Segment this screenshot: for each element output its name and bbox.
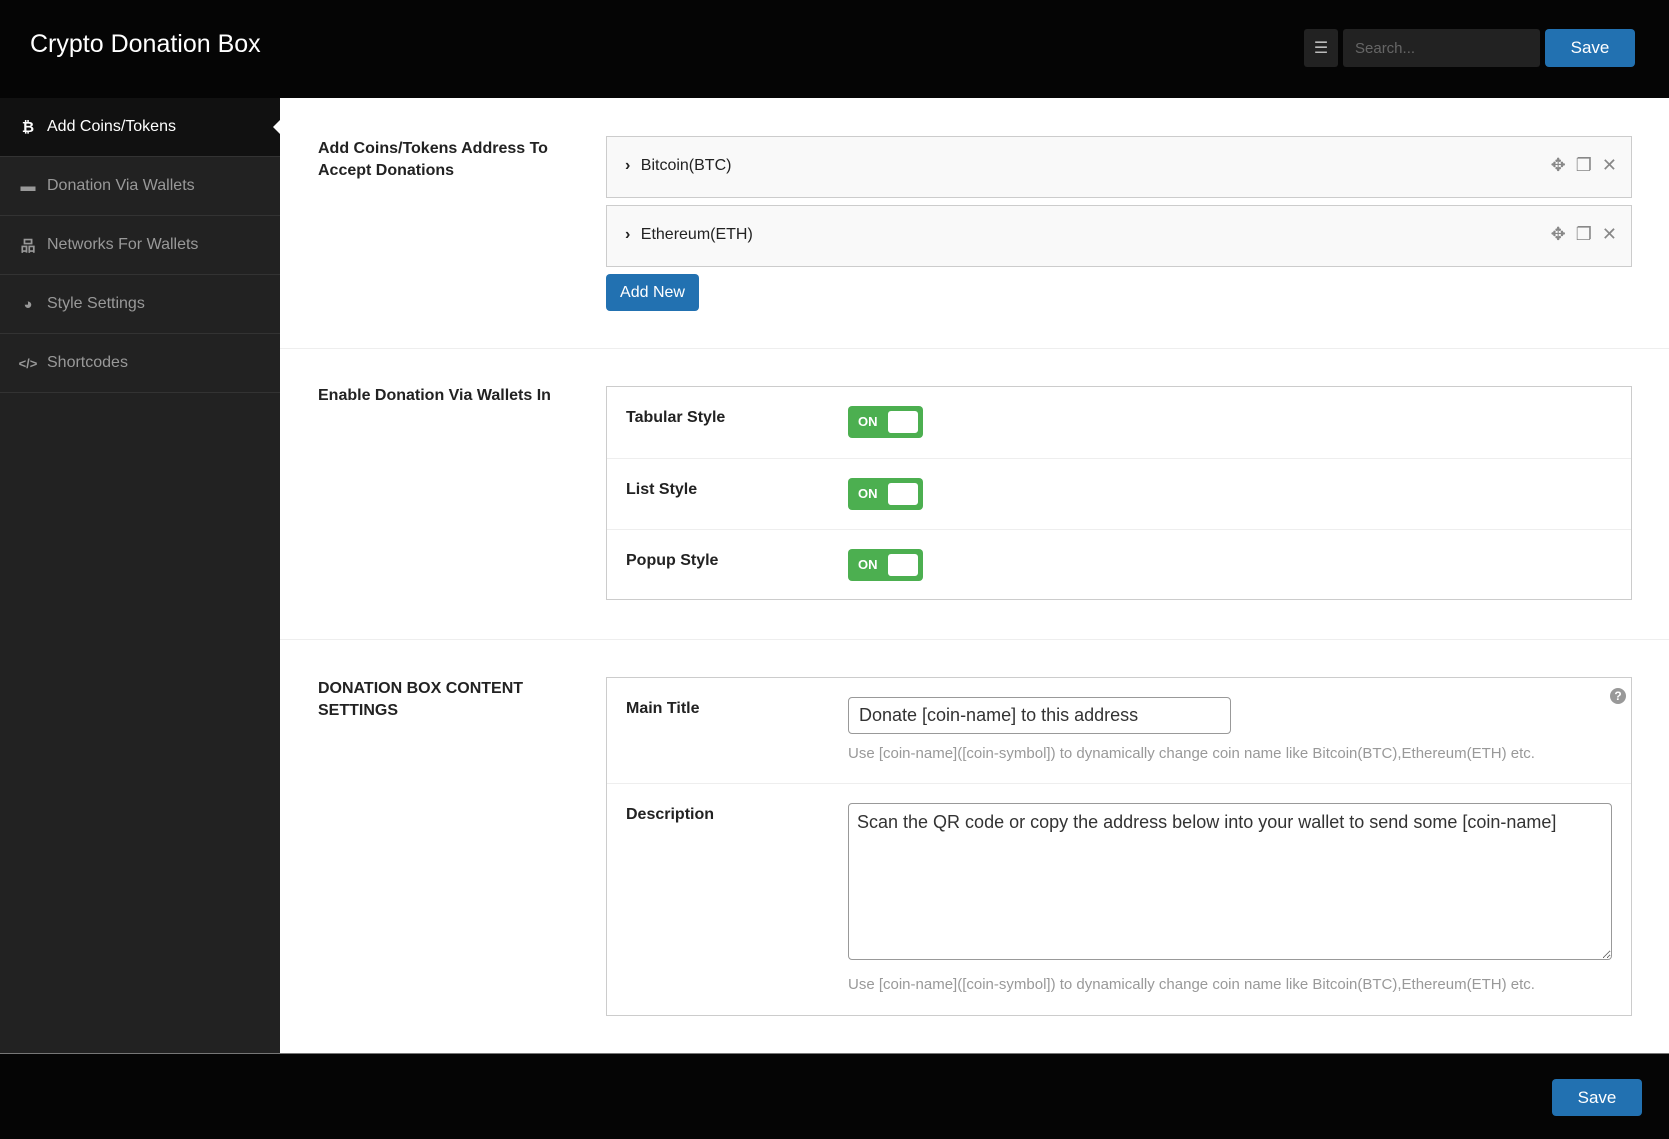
toggle-label: List Style	[626, 481, 698, 498]
chevron-right-icon: ›	[625, 157, 631, 174]
sidebar-item-networks[interactable]: 品 Networks For Wallets	[0, 216, 280, 275]
sidebar-item-label: Shortcodes	[47, 354, 128, 371]
sidebar: ₿ Add Coins/Tokens ▬ Donation Via Wallet…	[0, 98, 280, 1053]
save-button-header[interactable]: Save	[1545, 29, 1635, 67]
section-label: DONATION BOX CONTENT SETTINGS	[318, 680, 524, 719]
section-content: DONATION BOX CONTENT SETTINGS ? Main Tit…	[280, 640, 1669, 1053]
move-icon[interactable]: ✥	[1551, 155, 1566, 176]
description-row: Description Scan the QR code or copy the…	[607, 784, 1631, 1015]
sidebar-item-label: Donation Via Wallets	[47, 177, 195, 194]
sidebar-item-label: Style Settings	[47, 295, 145, 312]
coin-item-title: Bitcoin(BTC)	[640, 157, 732, 174]
toggle-state: ON	[858, 414, 878, 429]
code-icon: </>	[18, 355, 38, 371]
toggle-row-list: List Style ON	[607, 459, 1631, 530]
description-label: Description	[626, 806, 715, 823]
coin-item-bitcoin[interactable]: › Bitcoin(BTC) ✥ ❐ ✕	[606, 136, 1632, 198]
sidebar-item-donation-wallets[interactable]: ▬ Donation Via Wallets	[0, 157, 280, 216]
remove-icon[interactable]: ✕	[1602, 224, 1617, 245]
content-settings: ? Main Title Use [coin-name]([coin-symbo…	[606, 677, 1632, 1016]
sidebar-item-add-coins[interactable]: ₿ Add Coins/Tokens	[0, 98, 280, 157]
clone-icon[interactable]: ❐	[1576, 155, 1592, 176]
sidebar-item-style-settings[interactable]: ◕ Style Settings	[0, 275, 280, 334]
app-title: Crypto Donation Box	[30, 30, 261, 58]
list-style-toggle[interactable]: ON	[848, 478, 923, 510]
popup-style-toggle[interactable]: ON	[848, 549, 923, 581]
coin-item-ethereum[interactable]: › Ethereum(ETH) ✥ ❐ ✕	[606, 205, 1632, 267]
network-icon: 品	[20, 237, 36, 255]
section-label: Enable Donation Via Wallets In	[318, 387, 551, 404]
wallet-style-toggles: Tabular Style ON List Style ON Popup Sty…	[606, 386, 1632, 600]
section-coins: Add Coins/Tokens Address To Accept Donat…	[280, 98, 1669, 349]
add-new-button[interactable]: Add New	[606, 274, 699, 311]
search-input[interactable]	[1343, 29, 1540, 67]
chevron-right-icon: ›	[625, 226, 631, 243]
toggle-label: Tabular Style	[626, 409, 726, 426]
section-label: Add Coins/Tokens Address To Accept Donat…	[318, 140, 548, 179]
main-title-row: Main Title Use [coin-name]([coin-symbol]…	[607, 678, 1631, 784]
clone-icon[interactable]: ❐	[1576, 224, 1592, 245]
save-button-footer[interactable]: Save	[1552, 1079, 1642, 1116]
wallet-icon: ▬	[20, 177, 36, 195]
move-icon[interactable]: ✥	[1551, 224, 1566, 245]
sidebar-item-label: Add Coins/Tokens	[47, 118, 176, 135]
toggle-label: Popup Style	[626, 552, 719, 569]
indent-icon: ☰	[1313, 40, 1329, 57]
tabular-style-toggle[interactable]: ON	[848, 406, 923, 438]
coin-item-title: Ethereum(ETH)	[640, 226, 753, 243]
footer: Save	[0, 1053, 1669, 1139]
main-content: Add Coins/Tokens Address To Accept Donat…	[280, 98, 1669, 1053]
main-title-input[interactable]	[848, 697, 1231, 734]
toggle-state: ON	[858, 486, 878, 501]
remove-icon[interactable]: ✕	[1602, 155, 1617, 176]
toggle-state: ON	[858, 557, 878, 572]
main-title-label: Main Title	[626, 700, 700, 717]
sidebar-item-shortcodes[interactable]: </> Shortcodes	[0, 334, 280, 393]
bitcoin-icon: ₿	[21, 118, 35, 136]
toggle-row-tabular: Tabular Style ON	[607, 387, 1631, 459]
main-title-help: Use [coin-name]([coin-symbol]) to dynami…	[848, 745, 1535, 762]
palette-icon: ◕	[23, 295, 33, 313]
description-help: Use [coin-name]([coin-symbol]) to dynami…	[848, 976, 1535, 993]
header: Crypto Donation Box ☰ Save	[0, 0, 1669, 98]
description-textarea[interactable]: Scan the QR code or copy the address bel…	[848, 803, 1612, 960]
collapse-menu-button[interactable]: ☰	[1304, 29, 1338, 67]
section-wallets: Enable Donation Via Wallets In Tabular S…	[280, 349, 1669, 640]
toggle-row-popup: Popup Style ON	[607, 530, 1631, 599]
sidebar-item-label: Networks For Wallets	[47, 236, 199, 253]
